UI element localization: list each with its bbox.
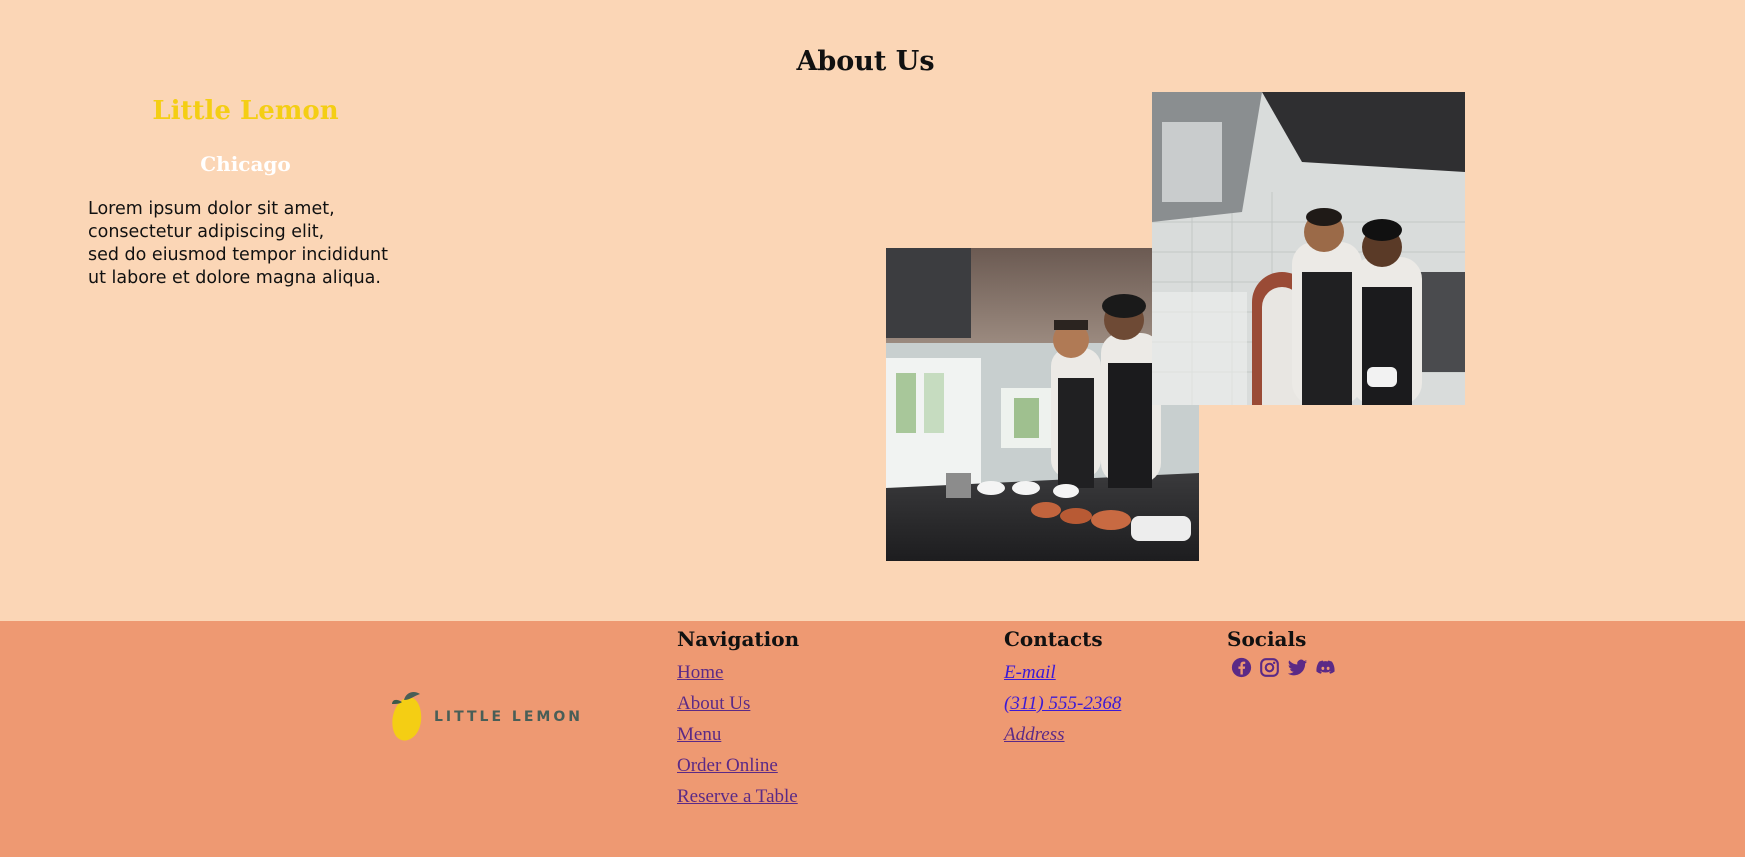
logo-wordmark: LITTLE LEMON bbox=[434, 709, 583, 725]
contact-email-link[interactable]: E-mail bbox=[1004, 657, 1121, 688]
nav-link-about[interactable]: About Us bbox=[677, 688, 799, 719]
twitter-icon[interactable] bbox=[1287, 657, 1308, 678]
about-intro: Little Lemon Chicago Lorem ipsum dolor s… bbox=[88, 96, 403, 290]
contact-phone-link[interactable]: (311) 555-2368 bbox=[1004, 688, 1121, 719]
site-footer bbox=[0, 621, 1745, 857]
socials-heading: Socials bbox=[1227, 627, 1307, 651]
contacts-heading: Contacts bbox=[1004, 627, 1103, 651]
nav-link-menu[interactable]: Menu bbox=[677, 719, 799, 750]
description-line: ut labore et dolore magna aliqua. bbox=[88, 268, 381, 288]
footer-navigation: Navigation Home About Us Menu Order Onli… bbox=[677, 625, 799, 812]
about-description: Lorem ipsum dolor sit amet, consectetur … bbox=[88, 198, 403, 290]
description-line: consectetur adipiscing elit, bbox=[88, 222, 325, 242]
contact-address-link[interactable]: Address bbox=[1004, 719, 1121, 750]
footer-logo[interactable]: LITTLE LEMON bbox=[390, 690, 583, 744]
facebook-icon[interactable] bbox=[1231, 657, 1252, 678]
social-icons bbox=[1231, 657, 1336, 678]
nav-link-order-online[interactable]: Order Online bbox=[677, 750, 799, 781]
footer-contacts: Contacts E-mail (311) 555-2368 Address bbox=[1004, 625, 1121, 750]
discord-icon[interactable] bbox=[1315, 657, 1336, 678]
nav-link-home[interactable]: Home bbox=[677, 657, 799, 688]
chefs-photo-kitchen bbox=[1152, 92, 1465, 405]
nav-link-reserve-table[interactable]: Reserve a Table bbox=[677, 781, 799, 812]
lemon-icon bbox=[392, 692, 422, 741]
brand-title: Little Lemon bbox=[152, 96, 339, 126]
description-line: sed do eiusmod tempor incididunt bbox=[88, 245, 389, 265]
instagram-icon[interactable] bbox=[1259, 657, 1280, 678]
footer-socials: Socials bbox=[1227, 625, 1336, 678]
page-title: About Us bbox=[796, 46, 935, 77]
city-subtitle: Chicago bbox=[200, 152, 291, 176]
description-line: Lorem ipsum dolor sit amet, bbox=[88, 199, 335, 219]
navigation-heading: Navigation bbox=[677, 627, 800, 651]
